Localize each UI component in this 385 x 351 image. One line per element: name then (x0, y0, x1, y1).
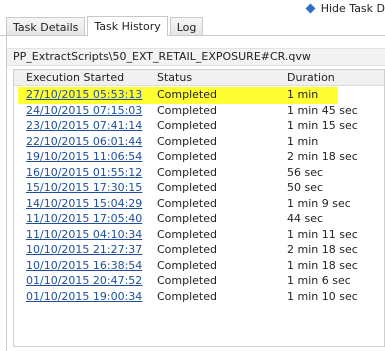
table-row[interactable]: 10/10/2015 21:27:37 Completed 2 min 18 sec (14, 243, 384, 257)
duration-cell: 1 min (287, 88, 319, 101)
table-row[interactable]: 22/10/2015 06:01:44 Completed 1 min (14, 135, 384, 149)
duration-cell: 44 sec (287, 212, 324, 225)
execution-started-link[interactable]: 01/10/2015 20:47:52 (26, 274, 142, 288)
execution-started-link[interactable]: 15/10/2015 17:30:15 (26, 181, 142, 195)
status-cell: Completed (157, 227, 217, 241)
tab-task-history[interactable]: Task History (87, 16, 168, 36)
table-row[interactable]: 01/10/2015 20:47:52 Completed 1 min 6 sec (14, 274, 384, 288)
status-cell: Completed (157, 88, 217, 101)
execution-started-link[interactable]: 11/10/2015 17:05:40 (26, 212, 142, 226)
execution-started-link[interactable]: 27/10/2015 05:53:13 (26, 88, 142, 102)
status-cell: Completed (157, 134, 217, 148)
execution-started-link[interactable]: 24/10/2015 07:15:03 (26, 104, 142, 118)
status-cell: Completed (157, 119, 217, 132)
duration-cell: 2 min 18 sec (287, 150, 358, 163)
duration-cell: 1 min 6 sec (287, 274, 351, 287)
diamond-icon (305, 3, 316, 13)
table-row[interactable]: 01/10/2015 19:00:34 Completed 1 min 10 sec (14, 290, 384, 304)
execution-started-link[interactable]: 19/10/2015 11:06:54 (26, 150, 142, 164)
duration-cell: 1 min 9 sec (287, 196, 351, 210)
history-table: Execution Started Status Duration 27/10/… (13, 69, 385, 347)
table-row[interactable]: 16/10/2015 01:55:12 Completed 56 sec (14, 166, 384, 180)
tab-log[interactable]: Log (169, 17, 204, 36)
table-row[interactable]: 19/10/2015 11:06:54 Completed 2 min 18 sec (14, 150, 384, 164)
table-row[interactable]: 14/10/2015 15:04:29 Completed 1 min 9 sec (14, 197, 384, 211)
execution-started-link[interactable]: 14/10/2015 15:04:29 (26, 197, 142, 211)
task-history-panel: PP_ExtractScripts\50_EXT_RETAIL_EXPOSURE… (6, 36, 385, 351)
column-header-execution-started[interactable]: Execution Started (26, 71, 124, 85)
task-path: PP_ExtractScripts\50_EXT_RETAIL_EXPOSURE… (7, 48, 385, 66)
tab-bar: Task Details Task History Log (6, 16, 205, 36)
duration-cell: 1 min (287, 134, 319, 148)
duration-cell: 1 min 15 sec (287, 119, 358, 132)
table-row[interactable]: 10/10/2015 16:38:54 Completed 1 min 18 sec (14, 259, 384, 273)
status-cell: Completed (157, 165, 217, 179)
duration-cell: 1 min 18 sec (287, 258, 358, 272)
column-header-duration[interactable]: Duration (287, 71, 335, 85)
status-cell: Completed (157, 243, 217, 256)
status-cell: Completed (157, 181, 217, 194)
status-cell: Completed (157, 274, 217, 287)
hide-task-details-label: Hide Task D (320, 1, 385, 15)
execution-started-link[interactable]: 10/10/2015 21:27:37 (26, 243, 142, 257)
column-header-status[interactable]: Status (157, 71, 192, 85)
execution-started-link[interactable]: 23/10/2015 07:41:14 (26, 119, 142, 133)
tab-task-details[interactable]: Task Details (6, 17, 86, 36)
duration-cell: 1 min 10 sec (287, 289, 358, 303)
status-cell: Completed (157, 289, 217, 303)
table-header: Execution Started Status Duration (14, 70, 384, 86)
execution-started-link[interactable]: 11/10/2015 04:10:34 (26, 228, 142, 242)
duration-cell: 1 min 11 sec (287, 227, 358, 241)
table-row[interactable]: 15/10/2015 17:30:15 Completed 50 sec (14, 181, 384, 195)
execution-started-link[interactable]: 16/10/2015 01:55:12 (26, 166, 142, 180)
status-cell: Completed (157, 103, 217, 117)
status-cell: Completed (157, 150, 217, 163)
duration-cell: 2 min 18 sec (287, 243, 358, 256)
table-row[interactable]: 11/10/2015 04:10:34 Completed 1 min 11 sec (14, 228, 384, 242)
hide-task-details-link[interactable]: Hide Task D (305, 1, 385, 15)
duration-cell: 50 sec (287, 181, 324, 194)
status-cell: Completed (157, 212, 217, 225)
duration-cell: 1 min 45 sec (287, 103, 358, 117)
execution-started-link[interactable]: 22/10/2015 06:01:44 (26, 135, 142, 149)
execution-started-link[interactable]: 01/10/2015 19:00:34 (26, 290, 142, 304)
execution-started-link[interactable]: 10/10/2015 16:38:54 (26, 259, 142, 273)
table-row[interactable]: 27/10/2015 05:53:13 Completed 1 min (18, 87, 338, 104)
table-row[interactable]: 11/10/2015 17:05:40 Completed 44 sec (14, 212, 384, 226)
status-cell: Completed (157, 196, 217, 210)
duration-cell: 56 sec (287, 165, 324, 179)
table-row[interactable]: 23/10/2015 07:41:14 Completed 1 min 15 sec (14, 119, 384, 133)
table-row[interactable]: 24/10/2015 07:15:03 Completed 1 min 45 sec (14, 104, 384, 118)
status-cell: Completed (157, 258, 217, 272)
